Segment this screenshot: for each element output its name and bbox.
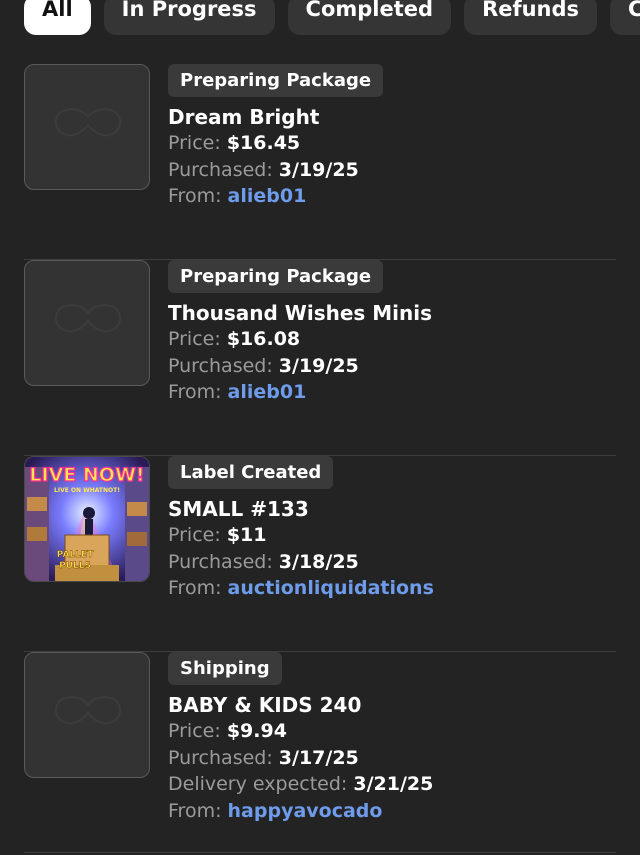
filter-tabs: All In Progress Completed Refunds Canc bbox=[24, 0, 640, 35]
order-thumbnail bbox=[24, 652, 150, 778]
order-thumbnail bbox=[24, 64, 150, 190]
purchased-label: Purchased: bbox=[168, 746, 273, 769]
tab-label: Completed bbox=[305, 0, 434, 21]
price-value: $11 bbox=[226, 524, 267, 546]
delivery-date: 3/21/25 bbox=[353, 773, 434, 795]
tab-all[interactable]: All bbox=[24, 0, 91, 35]
status-badge: Label Created bbox=[168, 456, 334, 489]
order-details: Shipping BABY & KIDS 240 Price: $9.94 Pu… bbox=[168, 652, 616, 824]
seller-link[interactable]: happyavocado bbox=[228, 800, 383, 822]
purchased-label: Purchased: bbox=[168, 550, 273, 573]
order-item[interactable]: Preparing Package Dream Bright Price: $1… bbox=[24, 64, 616, 260]
price-label: Price: bbox=[168, 720, 221, 742]
live-now-text: LIVE NOW! bbox=[29, 464, 144, 486]
purchased-date: 3/17/25 bbox=[278, 746, 359, 769]
pulls-text: PULLS bbox=[59, 561, 91, 571]
from-label: From: bbox=[168, 381, 222, 403]
price-value: $16.08 bbox=[226, 328, 301, 350]
tab-label: All bbox=[42, 0, 73, 21]
orders-page: All In Progress Completed Refunds Canc P… bbox=[0, 0, 640, 855]
placeholder-icon bbox=[54, 696, 122, 725]
live-sub-text: LIVE ON WHATNOT! bbox=[54, 487, 120, 494]
tab-in-progress[interactable]: In Progress bbox=[103, 0, 275, 35]
seller-row: From: happyavocado bbox=[168, 798, 616, 825]
from-label: From: bbox=[168, 799, 222, 822]
purchased-label: Purchased: bbox=[168, 158, 273, 181]
seller-link[interactable]: auctionliquidations bbox=[228, 577, 434, 599]
seller-link[interactable]: alieb01 bbox=[228, 381, 307, 403]
from-label: From: bbox=[168, 185, 222, 207]
price-row: Price: $11 bbox=[168, 522, 616, 549]
order-details: Preparing Package Thousand Wishes Minis … bbox=[168, 260, 616, 406]
order-title: Dream Bright bbox=[168, 105, 320, 129]
order-title: BABY & KIDS 240 bbox=[168, 693, 362, 717]
tab-refunds[interactable]: Refunds bbox=[464, 0, 598, 35]
seller-row: From: alieb01 bbox=[168, 379, 616, 406]
tab-label: Refunds bbox=[482, 0, 580, 21]
price-label: Price: bbox=[168, 524, 221, 546]
order-item[interactable]: Preparing Package Thousand Wishes Minis … bbox=[24, 260, 616, 456]
purchased-row: Purchased: 3/19/25 bbox=[168, 353, 616, 380]
pallet-text: PALLET bbox=[57, 550, 94, 560]
placeholder-icon bbox=[54, 108, 122, 137]
seller-link[interactable]: alieb01 bbox=[228, 185, 307, 207]
tab-completed[interactable]: Completed bbox=[287, 0, 452, 35]
purchased-date: 3/19/25 bbox=[278, 158, 359, 181]
order-details: Preparing Package Dream Bright Price: $1… bbox=[168, 64, 616, 210]
purchased-row: Purchased: 3/19/25 bbox=[168, 157, 616, 184]
purchased-date: 3/18/25 bbox=[278, 550, 359, 573]
order-title: SMALL #133 bbox=[168, 497, 309, 521]
status-badge: Shipping bbox=[168, 652, 282, 685]
price-label: Price: bbox=[168, 328, 221, 350]
order-title: Thousand Wishes Minis bbox=[168, 301, 433, 325]
status-badge: Preparing Package bbox=[168, 260, 384, 293]
seller-row: From: auctionliquidations bbox=[168, 575, 616, 602]
status-badge: Preparing Package bbox=[168, 64, 384, 97]
price-row: Price: $16.45 bbox=[168, 130, 616, 157]
purchased-date: 3/19/25 bbox=[278, 354, 359, 377]
tab-label: Canc bbox=[628, 0, 640, 21]
from-label: From: bbox=[168, 577, 222, 599]
price-value: $9.94 bbox=[226, 720, 287, 742]
purchased-label: Purchased: bbox=[168, 354, 273, 377]
tab-cancelled[interactable]: Canc bbox=[610, 0, 640, 35]
seller-row: From: alieb01 bbox=[168, 183, 616, 210]
purchased-row: Purchased: 3/17/25 bbox=[168, 745, 616, 772]
order-item[interactable]: Shipping BABY & KIDS 240 Price: $9.94 Pu… bbox=[24, 652, 616, 853]
purchased-row: Purchased: 3/18/25 bbox=[168, 549, 616, 576]
order-thumbnail bbox=[24, 260, 150, 386]
price-row: Price: $9.94 bbox=[168, 718, 616, 745]
live-now-image: LIVE NOW! LIVE ON WHATNOT! PALLET PULLS bbox=[25, 457, 149, 581]
delivery-row: Delivery expected: 3/21/25 bbox=[168, 771, 616, 798]
price-row: Price: $16.08 bbox=[168, 326, 616, 353]
placeholder-icon bbox=[54, 304, 122, 333]
price-label: Price: bbox=[168, 132, 221, 154]
order-thumbnail: LIVE NOW! LIVE ON WHATNOT! PALLET PULLS bbox=[24, 456, 150, 582]
price-value: $16.45 bbox=[226, 132, 301, 154]
tab-label: In Progress bbox=[121, 0, 257, 21]
delivery-label: Delivery expected: bbox=[168, 773, 348, 795]
order-item[interactable]: LIVE NOW! LIVE ON WHATNOT! PALLET PULLS … bbox=[24, 456, 616, 652]
order-details: Label Created SMALL #133 Price: $11 Purc… bbox=[168, 456, 616, 602]
